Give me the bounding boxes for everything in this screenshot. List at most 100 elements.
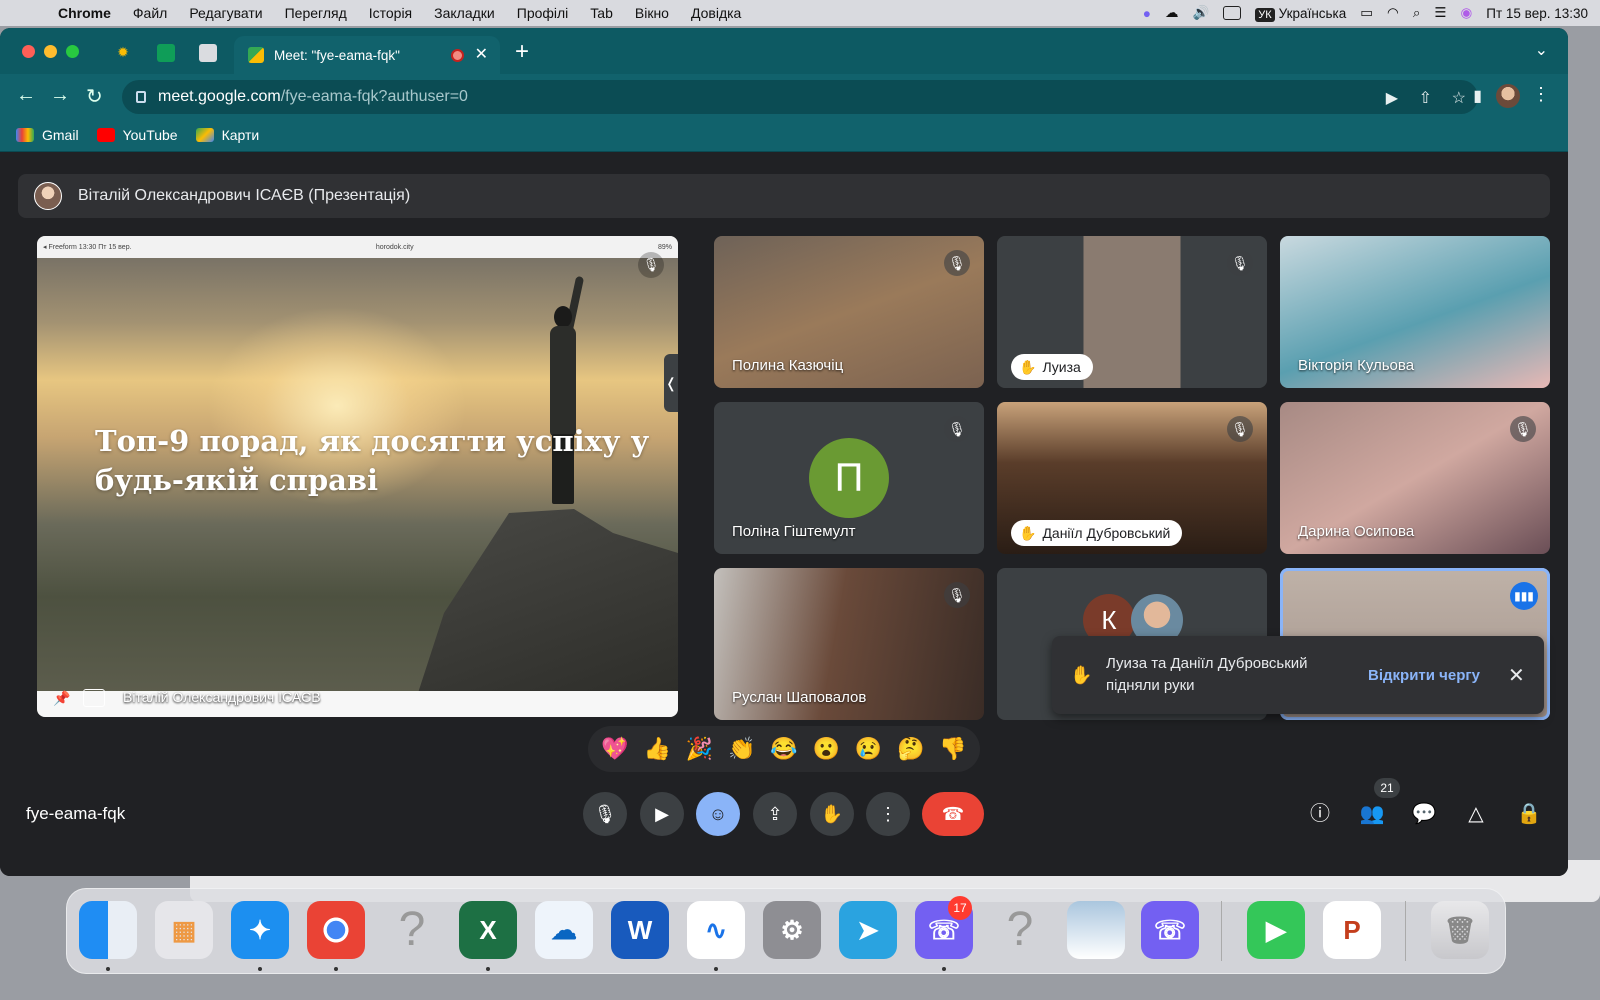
menubar-clock[interactable]: Пт 15 вер. 13:30 xyxy=(1486,6,1588,21)
menu-help[interactable]: Довідка xyxy=(691,5,741,21)
profile-avatar[interactable] xyxy=(1496,84,1520,108)
battery-icon[interactable]: ▭ xyxy=(1360,5,1373,21)
keyboard-layout[interactable]: УК Українська xyxy=(1255,6,1346,22)
freeform-icon[interactable]: ∿ xyxy=(687,901,745,959)
volume-icon[interactable]: 🔊 xyxy=(1192,5,1209,21)
powerpoint-icon[interactable]: P xyxy=(1323,901,1381,959)
menu-edit[interactable]: Редагувати xyxy=(189,5,262,21)
frame-icon[interactable] xyxy=(83,689,105,707)
reaction-surprised-button[interactable]: 😮 xyxy=(813,736,840,762)
viber-icon[interactable]: ☏ xyxy=(1141,901,1199,959)
bookmark-maps[interactable]: Карти xyxy=(195,127,259,143)
collapse-panel-button[interactable]: ❬ xyxy=(664,354,678,412)
camera-in-use-icon[interactable]: ▶ xyxy=(1386,88,1398,108)
reaction-clap-button[interactable]: 👏 xyxy=(728,736,755,762)
forward-icon[interactable]: → xyxy=(50,84,70,107)
menu-file[interactable]: Файл xyxy=(133,5,167,21)
people-icon[interactable]: 👥 xyxy=(1358,800,1386,828)
siri-icon[interactable]: ◉ xyxy=(1460,5,1472,21)
microphone-button[interactable]: 🎙 xyxy=(583,792,627,836)
reaction-thinking-button[interactable]: 🤔 xyxy=(897,736,924,762)
participant-tile[interactable]: 🎙 Дарина Осипова xyxy=(1280,402,1550,554)
bookmark-youtube[interactable]: YouTube xyxy=(96,127,178,143)
participant-tile[interactable]: 🎙 П Поліна Гіштемулт xyxy=(714,402,984,554)
pinned-tab-sheets-icon[interactable] xyxy=(157,44,175,62)
lock-icon[interactable] xyxy=(136,91,146,103)
participant-tile[interactable]: 🎙 Руслан Шаповалов xyxy=(714,568,984,720)
pinned-tab-bulb-icon[interactable]: ✹ xyxy=(114,44,132,62)
unknown-app-icon[interactable]: ? xyxy=(991,901,1049,959)
reaction-party-button[interactable]: 🎉 xyxy=(686,736,713,762)
telegram-icon[interactable]: ➤ xyxy=(839,901,897,959)
reaction-laugh-button[interactable]: 😂 xyxy=(770,736,797,762)
system-settings-icon[interactable]: ⚙ xyxy=(763,901,821,959)
cloud-icon[interactable]: ☁ xyxy=(1165,5,1179,21)
more-options-button[interactable]: ⋮ xyxy=(866,792,910,836)
presentation-tile[interactable]: ◂ Freeform 13:30 Пт 15 вер. horodok.city… xyxy=(37,236,678,717)
participant-tile[interactable]: 🎙 Полина Казючіц xyxy=(714,236,984,388)
menu-view[interactable]: Перегляд xyxy=(285,5,347,21)
reactions-button[interactable]: ☺ xyxy=(696,792,740,836)
unknown-app-icon[interactable]: ? xyxy=(383,901,441,959)
zoom-window-button[interactable] xyxy=(66,45,79,58)
reaction-thumbs-up-button[interactable]: 👍 xyxy=(644,736,671,762)
participant-tile[interactable]: 🎙 ✋ Луиза xyxy=(997,236,1267,388)
tab-search-chevron-icon[interactable]: ⌄ xyxy=(1535,40,1548,60)
word-icon[interactable]: W xyxy=(611,901,669,959)
chrome-menu-icon[interactable]: ⋮ xyxy=(1532,84,1550,105)
menu-history[interactable]: Історія xyxy=(369,5,412,21)
pin-icon[interactable]: 📌 xyxy=(53,690,70,707)
present-screen-button[interactable]: ⇪ xyxy=(753,792,797,836)
chrome-icon[interactable] xyxy=(307,901,365,959)
display-icon[interactable] xyxy=(1223,6,1242,20)
facetime-icon[interactable]: ▶ xyxy=(1247,901,1305,959)
bookmark-gmail[interactable]: Gmail xyxy=(16,127,79,143)
reload-icon[interactable]: ↻ xyxy=(86,84,103,109)
menu-window[interactable]: Вікно xyxy=(635,5,669,21)
minimize-window-button[interactable] xyxy=(44,45,57,58)
viber-notification-badge: 17 xyxy=(948,896,972,920)
close-icon[interactable]: ✕ xyxy=(1508,663,1525,688)
host-controls-icon[interactable]: 🔒 xyxy=(1515,800,1543,828)
address-bar[interactable]: meet.google.com/fye-eama-fqk?authuser=0 … xyxy=(122,80,1478,114)
wifi-icon[interactable]: ◠ xyxy=(1387,5,1399,21)
camera-button[interactable]: ▶ xyxy=(640,792,684,836)
activities-icon[interactable]: △ xyxy=(1462,800,1490,828)
leave-call-button[interactable]: ☎ xyxy=(922,792,984,836)
chat-icon[interactable]: 💬 xyxy=(1410,800,1438,828)
tab-meet-active[interactable]: Meet: "fye-eama-fqk" ✕ xyxy=(234,36,500,74)
back-icon[interactable]: ← xyxy=(16,84,36,107)
bookmark-star-icon[interactable]: ☆ xyxy=(1452,88,1466,108)
trash-icon[interactable]: 🗑 xyxy=(1431,901,1489,959)
open-queue-button[interactable]: Відкрити чергу xyxy=(1368,667,1480,684)
participant-tile[interactable]: 🎙 ✋ Даніїл Дубровський xyxy=(997,402,1267,554)
share-icon[interactable]: ⇧ xyxy=(1419,88,1432,108)
pinned-tab-contacts-icon[interactable] xyxy=(199,44,217,62)
safari-icon[interactable]: ✦ xyxy=(231,901,289,959)
reaction-thumbs-down-button[interactable]: 👎 xyxy=(939,736,966,762)
close-tab-icon[interactable]: ✕ xyxy=(475,44,488,64)
menu-tab[interactable]: Tab xyxy=(590,5,613,21)
onedrive-icon[interactable]: ☁ xyxy=(535,901,593,959)
viber-status-icon[interactable]: ● xyxy=(1143,6,1151,21)
reaction-sad-button[interactable]: 😢 xyxy=(855,736,882,762)
close-window-button[interactable] xyxy=(22,45,35,58)
control-center-icon[interactable]: ☰ xyxy=(1434,5,1446,21)
finder-icon[interactable] xyxy=(79,901,137,959)
new-tab-button[interactable]: + xyxy=(515,38,529,66)
menu-app-name[interactable]: Chrome xyxy=(58,5,111,21)
apple-menu-icon[interactable] xyxy=(22,3,42,23)
maps-icon xyxy=(195,127,214,142)
reaction-heart-button[interactable]: 💖 xyxy=(601,736,628,762)
meeting-details-icon[interactable]: ⓘ xyxy=(1306,800,1334,828)
menu-bookmarks[interactable]: Закладки xyxy=(434,5,495,21)
launchpad-icon[interactable]: ▦ xyxy=(155,901,213,959)
preview-icon[interactable] xyxy=(1067,901,1125,959)
side-panel-icon[interactable]: ▮ xyxy=(1473,86,1482,106)
spotlight-search-icon[interactable]: ⌕ xyxy=(1413,5,1421,21)
menu-profiles[interactable]: Профілі xyxy=(517,5,569,21)
tab-strip: ✹ Meet: "fye-eama-fqk" ✕ + ⌄ xyxy=(0,28,1568,74)
participant-tile[interactable]: Вікторія Кульова xyxy=(1280,236,1550,388)
raise-hand-button[interactable]: ✋ xyxy=(810,792,854,836)
excel-icon[interactable]: X xyxy=(459,901,517,959)
